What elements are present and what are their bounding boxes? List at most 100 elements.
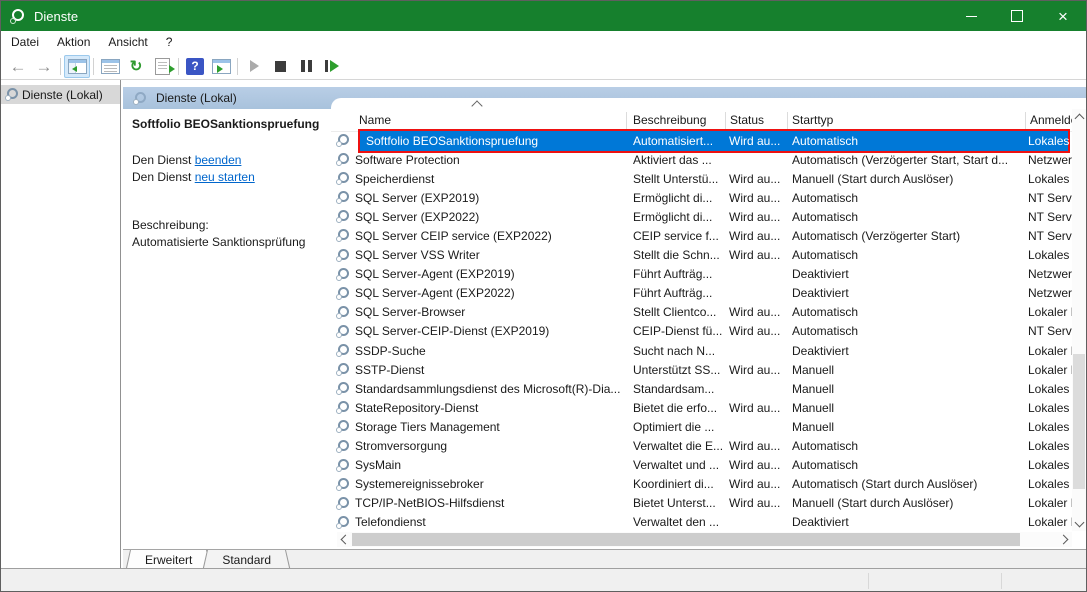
cell-name: SQL Server-Agent (EXP2019): [331, 267, 626, 281]
table-row[interactable]: SQL Server VSS Writer Stellt die Schn...…: [331, 246, 1072, 265]
scroll-right-button[interactable]: [1058, 532, 1072, 547]
maximize-button[interactable]: [994, 1, 1040, 31]
cell-starttyp: Automatisch: [787, 191, 1025, 205]
cell-name: StateRepository-Dienst: [331, 401, 626, 415]
cell-beschreibung: CEIP-Dienst fü...: [626, 324, 725, 338]
cell-starttyp: Automatisch (Verzögerter Start, Start d.…: [787, 153, 1025, 167]
tab-standard[interactable]: Standard: [207, 550, 286, 570]
stop-service-link[interactable]: beenden: [195, 153, 242, 167]
table-row[interactable]: SysMain Verwaltet und ... Wird au... Aut…: [331, 456, 1072, 475]
table-row[interactable]: SQL Server-Agent (EXP2022) Führt Aufträg…: [331, 284, 1072, 303]
column-separator[interactable]: [626, 112, 627, 129]
table-row[interactable]: SQL Server (EXP2019) Ermöglicht di... Wi…: [331, 188, 1072, 207]
cell-starttyp: Automatisch: [787, 305, 1025, 319]
cell-starttyp: Automatisch: [787, 324, 1025, 338]
column-separator[interactable]: [725, 112, 726, 129]
cell-starttyp: Deaktiviert: [787, 344, 1025, 358]
chevron-left-icon: [341, 535, 351, 545]
table-row[interactable]: SQL Server-CEIP-Dienst (EXP2019) CEIP-Di…: [331, 322, 1072, 341]
table-row[interactable]: SQL Server-Agent (EXP2019) Führt Aufträg…: [331, 265, 1072, 284]
cell-name: Systemereignissebroker: [331, 477, 626, 491]
vertical-scroll-thumb[interactable]: [1073, 354, 1085, 489]
cell-beschreibung: CEIP service f...: [626, 229, 725, 243]
stop-service-line: Den Dienst beenden: [132, 153, 331, 167]
menu-aktion[interactable]: Aktion: [48, 31, 99, 53]
table-row[interactable]: Stromversorgung Verwaltet die E... Wird …: [331, 437, 1072, 456]
cell-anmelden: Lokaler Die: [1025, 305, 1072, 319]
cell-anmelden: Netzwerkd: [1025, 286, 1072, 300]
start-service-button[interactable]: [241, 55, 267, 78]
cell-beschreibung: Führt Aufträg...: [626, 286, 725, 300]
restart-service-button[interactable]: [319, 55, 345, 78]
column-separator[interactable]: [1025, 112, 1026, 129]
restart-service-link[interactable]: neu starten: [195, 170, 255, 184]
table-row[interactable]: Storage Tiers Management Optimiert die .…: [331, 417, 1072, 436]
scroll-down-button[interactable]: [1072, 516, 1086, 531]
table-row[interactable]: Systemereignissebroker Koordiniert di...…: [331, 475, 1072, 494]
menu-hilfe[interactable]: ?: [157, 31, 182, 53]
toolbar-separator: [237, 58, 238, 75]
toolbar-separator: [60, 58, 61, 75]
column-header-beschreibung[interactable]: Beschreibung: [633, 113, 706, 127]
column-header-starttyp[interactable]: Starttyp: [792, 113, 833, 127]
services-window: Dienste × Datei Aktion Ansicht ? ← → ↻ ?: [0, 0, 1087, 592]
vertical-scrollbar[interactable]: [1072, 109, 1086, 531]
table-row[interactable]: Softfolio BEOSanktionspruefung Automatis…: [331, 131, 1072, 150]
table-row[interactable]: SQL Server (EXP2022) Ermöglicht di... Wi…: [331, 207, 1072, 226]
cell-beschreibung: Bietet Unterst...: [626, 496, 725, 510]
minimize-button[interactable]: [948, 1, 994, 31]
pause-service-button[interactable]: [293, 55, 319, 78]
cell-starttyp: Manuell (Start durch Auslöser): [787, 172, 1025, 186]
cell-name: Software Protection: [331, 153, 626, 167]
tree-item-dienste-lokal[interactable]: Dienste (Lokal): [1, 85, 120, 104]
table-row[interactable]: Speicherdienst Stellt Unterstü... Wird a…: [331, 169, 1072, 188]
cell-status: Wird au...: [725, 401, 787, 415]
show-action-pane-button[interactable]: [208, 55, 234, 78]
cell-name: Standardsammlungsdienst des Microsoft(R)…: [331, 382, 626, 396]
services-gear-icon: [133, 92, 146, 105]
scroll-up-button[interactable]: [1072, 109, 1086, 124]
cell-anmelden: Lokaler Die: [1025, 363, 1072, 377]
back-arrow-icon: ←: [10, 58, 27, 75]
properties-button[interactable]: [97, 55, 123, 78]
scroll-left-button[interactable]: [337, 532, 351, 547]
table-row[interactable]: TCP/IP-NetBIOS-Hilfsdienst Bietet Unters…: [331, 494, 1072, 513]
cell-anmelden: Lokales Sys: [1025, 172, 1072, 186]
menu-ansicht[interactable]: Ansicht: [99, 31, 156, 53]
help-icon: ?: [186, 58, 204, 75]
refresh-button[interactable]: ↻: [123, 55, 149, 78]
forward-button[interactable]: →: [31, 55, 57, 78]
cell-anmelden: NT Service: [1025, 229, 1072, 243]
cell-beschreibung: Unterstützt SS...: [626, 363, 725, 377]
column-header-status[interactable]: Status: [730, 113, 764, 127]
cell-beschreibung: Automatisiert...: [626, 134, 725, 148]
back-button[interactable]: ←: [5, 55, 31, 78]
app-gear-icon: [10, 9, 25, 24]
table-row[interactable]: Standardsammlungsdienst des Microsoft(R)…: [331, 379, 1072, 398]
table-row[interactable]: SSDP-Suche Sucht nach N... Deaktiviert L…: [331, 341, 1072, 360]
table-row[interactable]: Telefondienst Verwaltet den ... Deaktivi…: [331, 513, 1072, 532]
chevron-right-icon: [1059, 535, 1069, 545]
cell-starttyp: Automatisch: [787, 134, 1025, 148]
table-row[interactable]: SQL Server-Browser Stellt Clientco... Wi…: [331, 303, 1072, 322]
show-console-tree-button[interactable]: [64, 55, 90, 78]
table-row[interactable]: SQL Server CEIP service (EXP2022) CEIP s…: [331, 226, 1072, 245]
cell-beschreibung: Aktiviert das ...: [626, 153, 725, 167]
export-list-button[interactable]: [149, 55, 175, 78]
table-row[interactable]: SSTP-Dienst Unterstützt SS... Wird au...…: [331, 360, 1072, 379]
cell-name: SQL Server (EXP2022): [331, 210, 626, 224]
horizontal-scrollbar[interactable]: [337, 532, 1072, 547]
column-header-name[interactable]: Name: [359, 113, 391, 127]
menu-datei[interactable]: Datei: [1, 31, 48, 53]
close-button[interactable]: ×: [1040, 1, 1086, 31]
stop-service-icon: [275, 61, 286, 72]
stop-service-button[interactable]: [267, 55, 293, 78]
table-row[interactable]: StateRepository-Dienst Bietet die erfo..…: [331, 398, 1072, 417]
help-button[interactable]: ?: [182, 55, 208, 78]
tab-erweitert[interactable]: Erweitert: [130, 550, 207, 570]
toolbar: ← → ↻ ?: [1, 53, 1086, 80]
table-row[interactable]: Software Protection Aktiviert das ... Au…: [331, 150, 1072, 169]
horizontal-scroll-thumb[interactable]: [352, 533, 1020, 546]
column-separator[interactable]: [787, 112, 788, 129]
tab-erweitert-label: Erweitert: [145, 553, 192, 567]
